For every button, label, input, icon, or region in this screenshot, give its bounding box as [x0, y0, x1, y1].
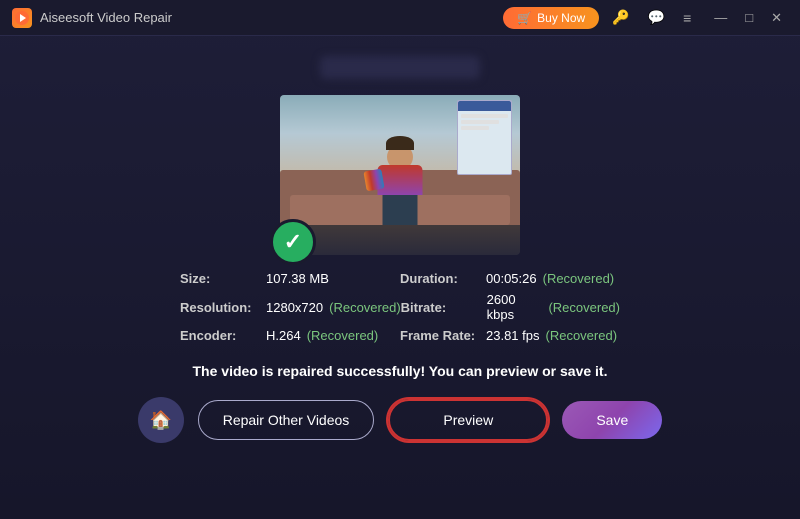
minimize-button[interactable]: —	[708, 8, 733, 28]
buy-now-label: Buy Now	[537, 11, 585, 25]
close-button[interactable]: ✕	[765, 8, 788, 28]
resolution-status: (Recovered)	[329, 300, 401, 315]
success-checkmark: ✓	[270, 219, 316, 265]
cart-icon: 🛒	[517, 11, 532, 25]
buy-now-button[interactable]: 🛒 Buy Now	[503, 7, 599, 29]
encoder-label: Encoder:	[180, 328, 260, 343]
filename-display	[320, 56, 480, 79]
save-button-label: Save	[596, 412, 628, 428]
main-content: ✓ Size: 107.38 MB Duration: 00:05:26 (Re…	[0, 36, 800, 519]
duration-label: Duration:	[400, 271, 480, 286]
save-button[interactable]: Save	[562, 401, 662, 439]
duration-info: Duration: 00:05:26 (Recovered)	[400, 271, 620, 286]
info-section: Size: 107.38 MB Duration: 00:05:26 (Reco…	[180, 271, 620, 349]
size-label: Size:	[180, 271, 260, 286]
app-logo	[12, 8, 32, 28]
framerate-label: Frame Rate:	[400, 328, 480, 343]
duration-value: 00:05:26	[486, 271, 537, 286]
resolution-info: Resolution: 1280x720 (Recovered)	[180, 292, 401, 322]
encoder-status: (Recovered)	[307, 328, 379, 343]
bitrate-status: (Recovered)	[548, 300, 620, 315]
title-bar: Aiseesoft Video Repair 🛒 Buy Now 🔑 💬 ≡ —…	[0, 0, 800, 36]
framerate-status: (Recovered)	[546, 328, 618, 343]
video-thumbnail	[280, 95, 520, 255]
maximize-button[interactable]: □	[739, 8, 759, 28]
resolution-value: 1280x720	[266, 300, 323, 315]
video-preview-container: ✓	[280, 95, 520, 255]
buttons-row: 🏠 Repair Other Videos Preview Save	[138, 397, 663, 443]
duration-status: (Recovered)	[543, 271, 615, 286]
title-bar-left: Aiseesoft Video Repair	[12, 8, 172, 28]
size-value: 107.38 MB	[266, 271, 329, 286]
key-icon-button[interactable]: 🔑	[607, 7, 634, 28]
info-row-3: Encoder: H.264 (Recovered) Frame Rate: 2…	[180, 328, 620, 343]
title-bar-right: 🛒 Buy Now 🔑 💬 ≡ — □ ✕	[503, 7, 788, 29]
preview-button-label: Preview	[443, 412, 493, 428]
size-info: Size: 107.38 MB	[180, 271, 400, 286]
framerate-info: Frame Rate: 23.81 fps (Recovered)	[400, 328, 620, 343]
encoder-value: H.264	[266, 328, 301, 343]
home-icon: 🏠	[149, 410, 171, 431]
window-controls: — □ ✕	[708, 8, 788, 28]
preview-button[interactable]: Preview	[388, 399, 548, 441]
resolution-label: Resolution:	[180, 300, 260, 315]
framerate-value: 23.81 fps	[486, 328, 540, 343]
home-button[interactable]: 🏠	[138, 397, 184, 443]
bitrate-value: 2600 kbps	[487, 292, 543, 322]
bitrate-label: Bitrate:	[401, 300, 481, 315]
chat-icon-button[interactable]: 💬	[643, 7, 670, 28]
repair-other-videos-button[interactable]: Repair Other Videos	[198, 400, 375, 440]
app-title: Aiseesoft Video Repair	[40, 10, 172, 25]
bitrate-info: Bitrate: 2600 kbps (Recovered)	[401, 292, 620, 322]
repair-button-label: Repair Other Videos	[223, 412, 350, 428]
video-background	[280, 95, 520, 255]
encoder-info: Encoder: H.264 (Recovered)	[180, 328, 400, 343]
info-row-1: Size: 107.38 MB Duration: 00:05:26 (Reco…	[180, 271, 620, 286]
success-message: The video is repaired successfully! You …	[193, 363, 608, 379]
info-row-2: Resolution: 1280x720 (Recovered) Bitrate…	[180, 292, 620, 322]
menu-icon-button[interactable]: ≡	[678, 8, 696, 28]
